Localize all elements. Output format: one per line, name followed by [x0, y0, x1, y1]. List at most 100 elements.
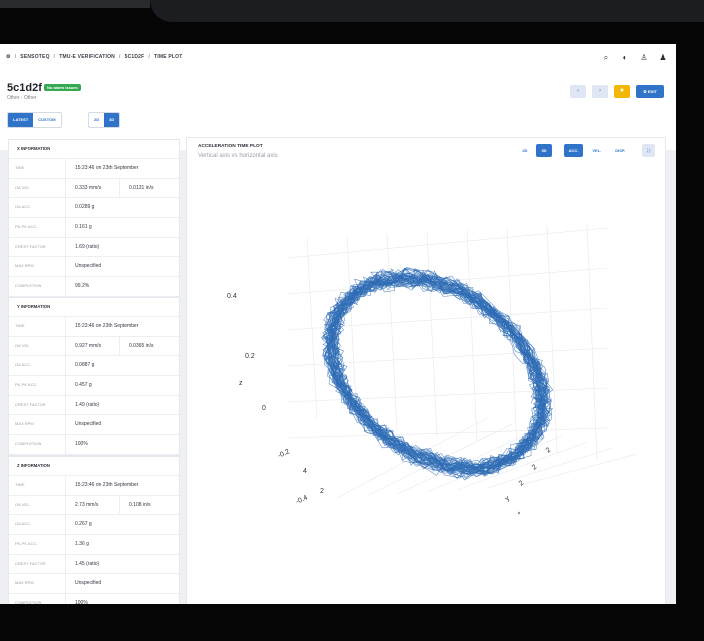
x-axis-tick: 4 [303, 468, 307, 475]
breadcrumb-item[interactable]: TMU-E VERIFICATION [59, 54, 115, 60]
header-actions: ‹ › ★ ⚙ EDIT [570, 85, 664, 98]
breadcrumb-item[interactable]: SENSOTEQ [20, 54, 49, 60]
info-row: OA ACC. 0.0887 g [9, 356, 179, 377]
info-row: CREST FACTOR 1.69 (ratio) [9, 237, 179, 258]
bell-icon[interactable]: ♙ [639, 53, 649, 63]
grid-line [426, 231, 438, 437]
info-key: COMPLETION [9, 594, 66, 604]
info-key: CREST FACTOR [9, 237, 66, 257]
info-value: 2.73 mm/s [75, 501, 99, 508]
plot-2d-button[interactable]: 2D [517, 144, 533, 157]
info-key: MAX RPM [9, 574, 66, 594]
x-axis-tick: 2 [320, 488, 324, 495]
plot-grid [286, 223, 638, 499]
edit-label: EDIT [647, 89, 657, 94]
grid-line [386, 233, 398, 431]
tab-latest[interactable]: LATEST [8, 113, 34, 127]
info-key: TIME [9, 317, 66, 336]
theme-icon[interactable]: ◐ [620, 53, 630, 63]
plot-controls: 2D 3D ACC. VEL. DISP. ⛶ [517, 144, 655, 157]
panel-title: Z INFORMATION [9, 457, 179, 476]
info-key: PK-PK ACC. [9, 218, 66, 237]
asset-subtitle: Other - Other [7, 95, 37, 101]
orbit-trace [325, 272, 545, 475]
user-icon[interactable]: ♟ [658, 53, 668, 63]
info-key: TIME [9, 159, 66, 178]
info-key: CREST FACTOR [9, 395, 66, 415]
info-value-alt: 0.0131 in/s [119, 178, 179, 198]
y-axis-label: y [504, 495, 512, 503]
info-key: OA ACC. [9, 515, 66, 535]
info-key: TIME [9, 476, 66, 495]
top-icons: ⌕ ◐ ♙ ♟ [601, 53, 668, 63]
info-value: 15:23:46 on 23th September [75, 165, 139, 171]
orbit-trace [326, 272, 548, 475]
z-tick-label: 0 [262, 405, 266, 412]
orbit-trace [325, 274, 548, 478]
y-axis-tick: 2 [518, 480, 526, 488]
panel-title: Y INFORMATION [9, 298, 179, 317]
disp-button[interactable]: DISP. [610, 144, 631, 157]
info-row: PK-PK ACC. 0.457 g [9, 376, 179, 396]
orbit-trace [322, 275, 551, 476]
orbit-trace [325, 277, 550, 472]
info-row: OA VEL. 0.333 mm/s 0.0131 in/s [9, 178, 179, 199]
app-screen: ⚙ / SENSOTEQ / TMU-E VERIFICATION / 5C1D… [0, 44, 676, 604]
time-plot-panel: ACCELERATION TIME PLOT Vertical axis vs … [186, 137, 666, 604]
breadcrumb-item[interactable]: 5C1D2F [125, 54, 145, 60]
info-row: MAX RPM Unspecified [9, 257, 179, 278]
info-value: 1.49 (ratio) [75, 401, 100, 408]
plot-3d-button[interactable]: 3D [536, 144, 552, 157]
info-row: CREST FACTOR 1.49 (ratio) [9, 395, 179, 416]
info-key: COMPLETION [9, 277, 66, 296]
info-key: OA VEL. [9, 336, 66, 356]
z-tick-label: -0.2 [277, 448, 291, 459]
tab-2d[interactable]: 2D [89, 113, 104, 127]
orbit-plot-3d[interactable]: 0.4 0.2 0 -0.2 -0.4 z 2 2 2 y 4 2 [187, 168, 665, 604]
info-value: 1.36 g [75, 541, 89, 548]
orbit-trace [323, 276, 551, 474]
info-value: 99.2% [75, 283, 90, 290]
fullscreen-icon[interactable]: ⛶ [642, 144, 655, 157]
info-key: COMPLETION [9, 435, 66, 454]
tab-3d[interactable]: 3D [104, 113, 120, 127]
grid-line [586, 223, 598, 461]
acc-button[interactable]: ACC. [563, 144, 584, 157]
next-button[interactable]: › [592, 85, 608, 98]
orbit-trace [331, 276, 553, 474]
orbit-trace [326, 268, 546, 476]
info-key: CREST FACTOR [9, 554, 66, 574]
tab-custom[interactable]: CUSTOM [33, 113, 60, 127]
prev-button[interactable]: ‹ [570, 85, 586, 98]
info-row: TIME 15:23:46 on 23th September [9, 317, 179, 337]
edit-button[interactable]: ⚙ EDIT [636, 85, 664, 98]
breadcrumb: ⚙ / SENSOTEQ / TMU-E VERIFICATION / 5C1D… [6, 54, 183, 60]
orbit-trace [327, 274, 549, 471]
orbit-trace [327, 274, 550, 475]
info-value: 0.161 g [75, 224, 92, 231]
vel-button[interactable]: VEL. [587, 144, 607, 157]
search-icon[interactable]: ⌕ [601, 53, 611, 63]
info-value: 0.457 g [75, 382, 92, 389]
info-value: Unspecified [75, 263, 102, 270]
info-key: OA ACC. [9, 356, 66, 376]
info-value-alt: 0.0365 in/s [119, 336, 179, 356]
home-icon[interactable]: ⚙ [6, 54, 11, 60]
info-value: 0.333 mm/s [75, 184, 102, 191]
info-value: 0.267 g [75, 521, 92, 528]
info-row: OA ACC. 0.267 g [9, 515, 179, 536]
z-axis-ticks: 0.4 0.2 0 -0.2 -0.4 [227, 293, 309, 506]
orbit-trace [324, 272, 545, 471]
grid-line [286, 387, 608, 403]
info-value-alt: 0.108 in/s [119, 495, 179, 515]
info-value: 15:23:46 on 23th September [75, 323, 139, 329]
info-value: 1.45 (ratio) [75, 560, 100, 567]
info-value: 15:23:46 on 23th September [75, 482, 139, 488]
orbit-trace [324, 270, 546, 479]
star-button[interactable]: ★ [614, 85, 630, 98]
page-title: 5c1d2f [7, 82, 42, 94]
orbit-trace [327, 273, 550, 473]
breadcrumb-item: TIME PLOT [154, 54, 183, 60]
info-row: COMPLETION 100% [9, 435, 179, 455]
orbit-traces [320, 266, 554, 481]
